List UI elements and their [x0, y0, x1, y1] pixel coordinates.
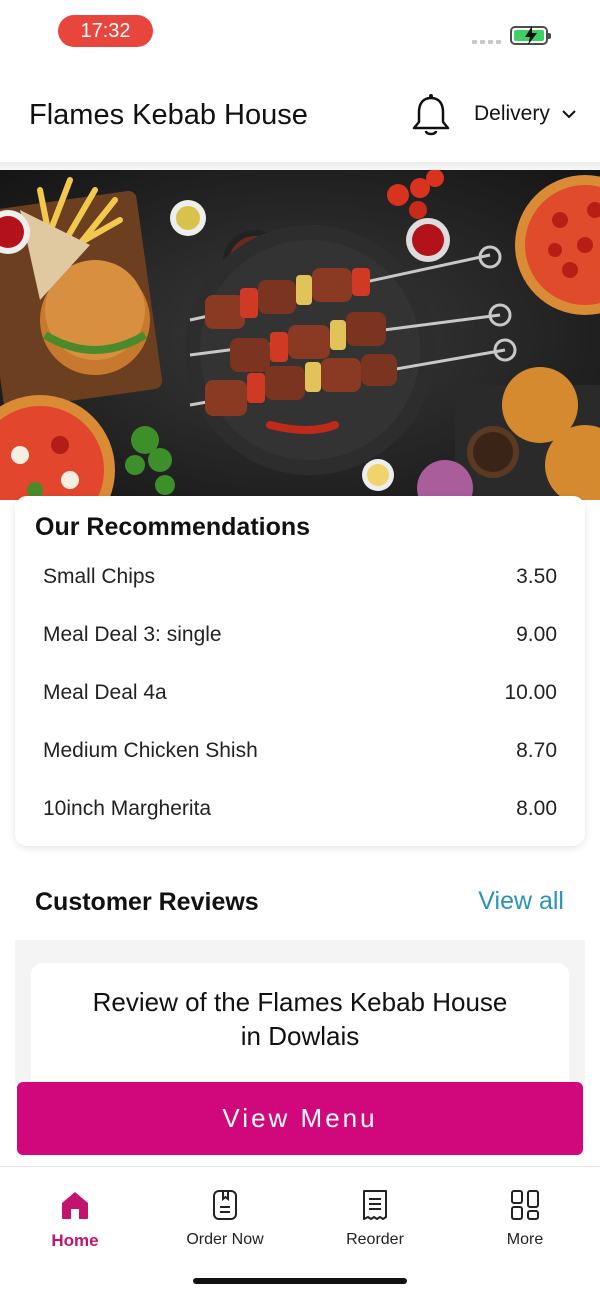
item-price: 8.00	[516, 797, 557, 820]
recommendations-list: Small Chips 3.50 Meal Deal 3: single 9.0…	[43, 548, 557, 838]
grid-icon	[511, 1190, 539, 1220]
review-heading-line1: Review of the Flames Kebab House	[92, 987, 508, 1017]
tab-reorder-label: Reorder	[346, 1231, 404, 1248]
chevron-down-icon	[562, 109, 576, 118]
list-item[interactable]: 10inch Margherita 8.00	[43, 780, 557, 838]
list-item[interactable]: Meal Deal 4a 10.00	[43, 664, 557, 722]
status-bar: 17:32	[0, 0, 600, 64]
recommendations-title: Our Recommendations	[35, 513, 311, 541]
restaurant-title: Flames Kebab House	[29, 99, 308, 131]
header-divider	[0, 162, 600, 170]
hero-banner	[0, 170, 600, 500]
reviews-header: Customer Reviews View all	[15, 863, 585, 940]
tab-more[interactable]: More	[450, 1189, 600, 1249]
receipt-icon	[363, 1190, 387, 1220]
item-name: Meal Deal 4a	[43, 681, 167, 704]
tab-order-now-label: Order Now	[186, 1231, 264, 1248]
tab-reorder[interactable]: Reorder	[300, 1189, 450, 1249]
signal-icon	[472, 40, 501, 44]
view-menu-button[interactable]: View Menu	[17, 1082, 583, 1155]
review-heading: Review of the Flames Kebab House in Dowl…	[31, 985, 569, 1053]
item-name: Medium Chicken Shish	[43, 739, 258, 762]
bell-icon[interactable]	[410, 92, 452, 145]
item-price: 3.50	[516, 565, 557, 588]
tab-home-label: Home	[51, 1231, 99, 1250]
item-price: 8.70	[516, 739, 557, 762]
tab-home[interactable]: Home	[0, 1189, 150, 1251]
app-header: Flames Kebab House Delivery	[0, 64, 600, 164]
view-all-link[interactable]: View all	[478, 887, 564, 916]
delivery-label: Delivery	[474, 102, 550, 125]
recommendations-card: Our Recommendations Small Chips 3.50 Mea…	[15, 496, 585, 846]
delivery-selector[interactable]: Delivery	[474, 102, 576, 126]
item-price: 9.00	[516, 623, 557, 646]
list-item[interactable]: Small Chips 3.50	[43, 548, 557, 606]
list-item[interactable]: Medium Chicken Shish 8.70	[43, 722, 557, 780]
reviews-title: Customer Reviews	[35, 888, 259, 916]
item-name: Meal Deal 3: single	[43, 623, 222, 646]
review-card[interactable]: Review of the Flames Kebab House in Dowl…	[31, 963, 569, 1083]
tab-order-now[interactable]: Order Now	[150, 1189, 300, 1249]
home-icon	[62, 1192, 88, 1219]
order-icon	[213, 1190, 237, 1220]
list-item[interactable]: Meal Deal 3: single 9.00	[43, 606, 557, 664]
battery-icon	[510, 26, 551, 45]
tab-more-label: More	[506, 1231, 544, 1248]
item-price: 10.00	[504, 681, 557, 704]
customer-reviews-section: Customer Reviews View all Review of the …	[15, 863, 585, 1083]
home-indicator	[193, 1278, 407, 1284]
item-name: Small Chips	[43, 565, 156, 588]
item-name: 10inch Margherita	[43, 797, 212, 820]
status-time: 17:32	[58, 15, 153, 47]
review-heading-line2: in Dowlais	[240, 1021, 360, 1051]
